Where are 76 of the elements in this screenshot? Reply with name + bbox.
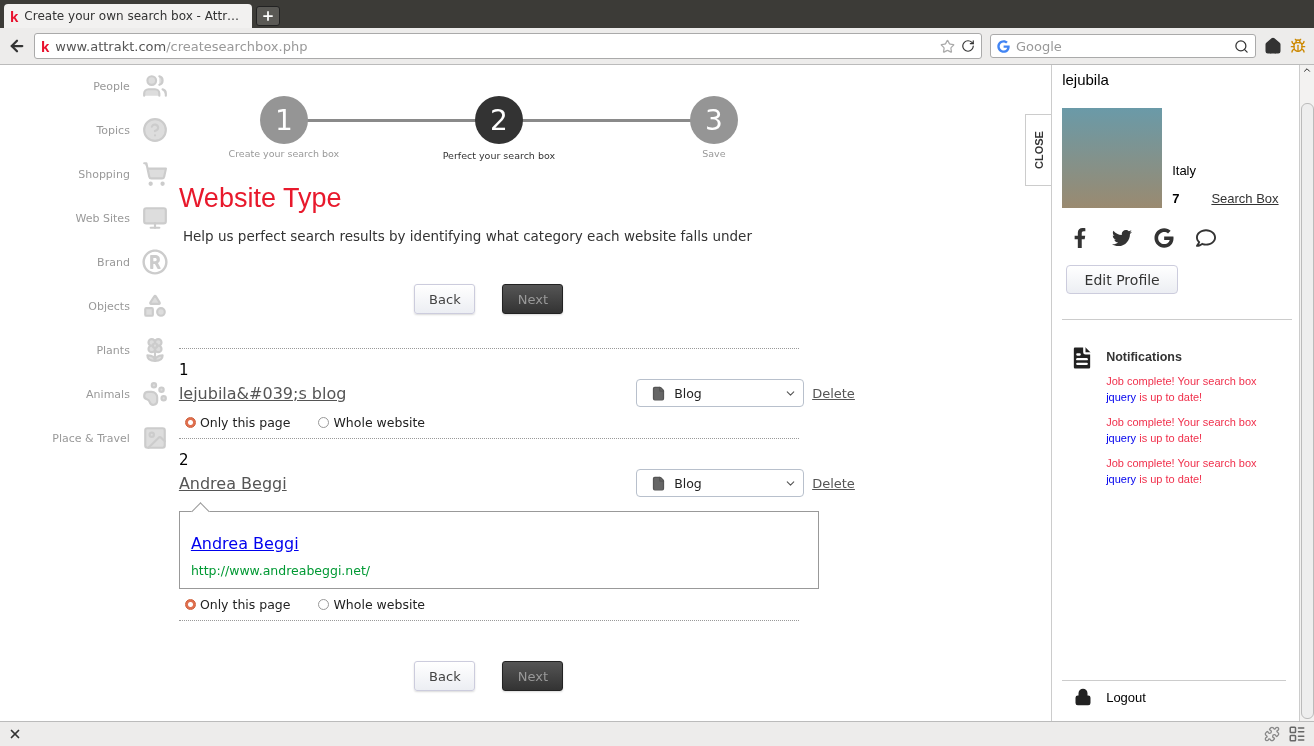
radio-option[interactable]: Whole website [318,597,425,612]
entry-number: 1 [178,361,189,379]
edit-profile-button[interactable]: Edit Profile [1066,265,1179,294]
speech-bubble-icon[interactable] [1196,228,1217,248]
website-link[interactable]: Andrea Beggi [178,473,287,493]
document-icon [651,475,667,491]
entry-number: 2 [178,451,189,469]
radio-option[interactable]: Only this page [184,597,291,612]
username: lejubila [1062,71,1110,88]
notifications-title: Notifications [1106,350,1183,364]
paw-icon [141,381,168,407]
address-field[interactable]: k www.attrakt.com/createsearchbox.php [34,33,982,59]
step-circle: 3 [689,96,738,144]
notification-text: Job complete! Your search box jquery is up to date! [1106,415,1258,446]
radio-option[interactable]: Whole website [318,415,425,430]
search-placeholder: Google [1016,38,1062,54]
radio-icon[interactable] [184,599,196,610]
google-icon[interactable] [1154,228,1175,248]
close-tab[interactable]: CLOSE [1025,114,1052,186]
logout-link[interactable]: Logout [1062,680,1287,713]
page-heading: Website Type [178,183,343,214]
radio-icon[interactable] [184,417,196,428]
delete-link[interactable]: Delete [812,475,855,491]
delete-link[interactable]: Delete [812,385,855,401]
back-button[interactable]: Back [414,284,476,314]
preview-url: http://www.andreabeggi.net/ [190,563,372,578]
question-icon [141,117,168,143]
registered-icon [141,249,168,275]
website-link[interactable]: lejubila&#039;s blog [178,383,347,403]
search-box-link[interactable]: Search Box [1211,191,1279,206]
category-select[interactable]: Blog [636,379,805,407]
shapes-icon [141,293,168,319]
monitor-icon [141,205,168,231]
notification-text: Job complete! Your search box jquery is up to date! [1106,374,1258,405]
radio-option[interactable]: Only this page [184,415,291,430]
notification-text: Job complete! Your search box jquery is up to date! [1106,456,1258,487]
category-select[interactable]: Blog [636,469,805,497]
notification-link[interactable]: jquery [1106,391,1137,403]
browser-tab[interactable]: k Create your own search box - Attr… [4,4,252,28]
notification-link[interactable]: jquery [1106,473,1137,485]
new-tab-button[interactable] [256,6,280,26]
lock-icon [1074,688,1093,706]
country-text: Italy [1172,163,1197,178]
puzzle-icon[interactable] [1264,726,1280,742]
google-icon [997,39,1010,53]
tab-title: Create your own search box - Attr… [24,9,240,23]
list-icon[interactable] [1288,725,1306,743]
people-icon [141,73,168,99]
document-icon [651,385,667,401]
radio-icon[interactable] [318,417,330,428]
step-circle: 1 [259,96,308,144]
step-label: Save [702,148,726,159]
site-logo: k [10,7,19,25]
reload-icon[interactable] [961,39,975,53]
back-button[interactable]: Back [414,661,476,691]
twitter-icon[interactable] [1112,228,1133,248]
step-label: Create your search box [228,148,340,159]
step-label: Perfect your search box [442,150,556,161]
plus-icon [261,9,275,23]
radio-icon[interactable] [318,599,330,610]
step-circle: 2 [474,96,523,144]
url-text: www.attrakt.com/createsearchbox.php [55,38,308,54]
back-icon[interactable] [8,37,26,55]
notification-link[interactable]: jquery [1106,432,1137,444]
preview-link[interactable]: Andrea Beggi [190,534,807,553]
star-icon[interactable] [940,38,955,54]
scroll-up-icon[interactable] [1302,65,1313,75]
search-icon[interactable] [1234,38,1249,54]
scrollbar[interactable] [1299,65,1314,721]
home-icon[interactable] [1264,37,1282,55]
cart-icon [141,161,168,187]
description-text: Help us perfect search results by identifying what category each website falls under [182,228,753,244]
close-icon[interactable] [8,727,22,741]
picture-icon [141,425,168,451]
count-text: 7 [1172,191,1180,206]
site-logo: k [41,37,50,55]
